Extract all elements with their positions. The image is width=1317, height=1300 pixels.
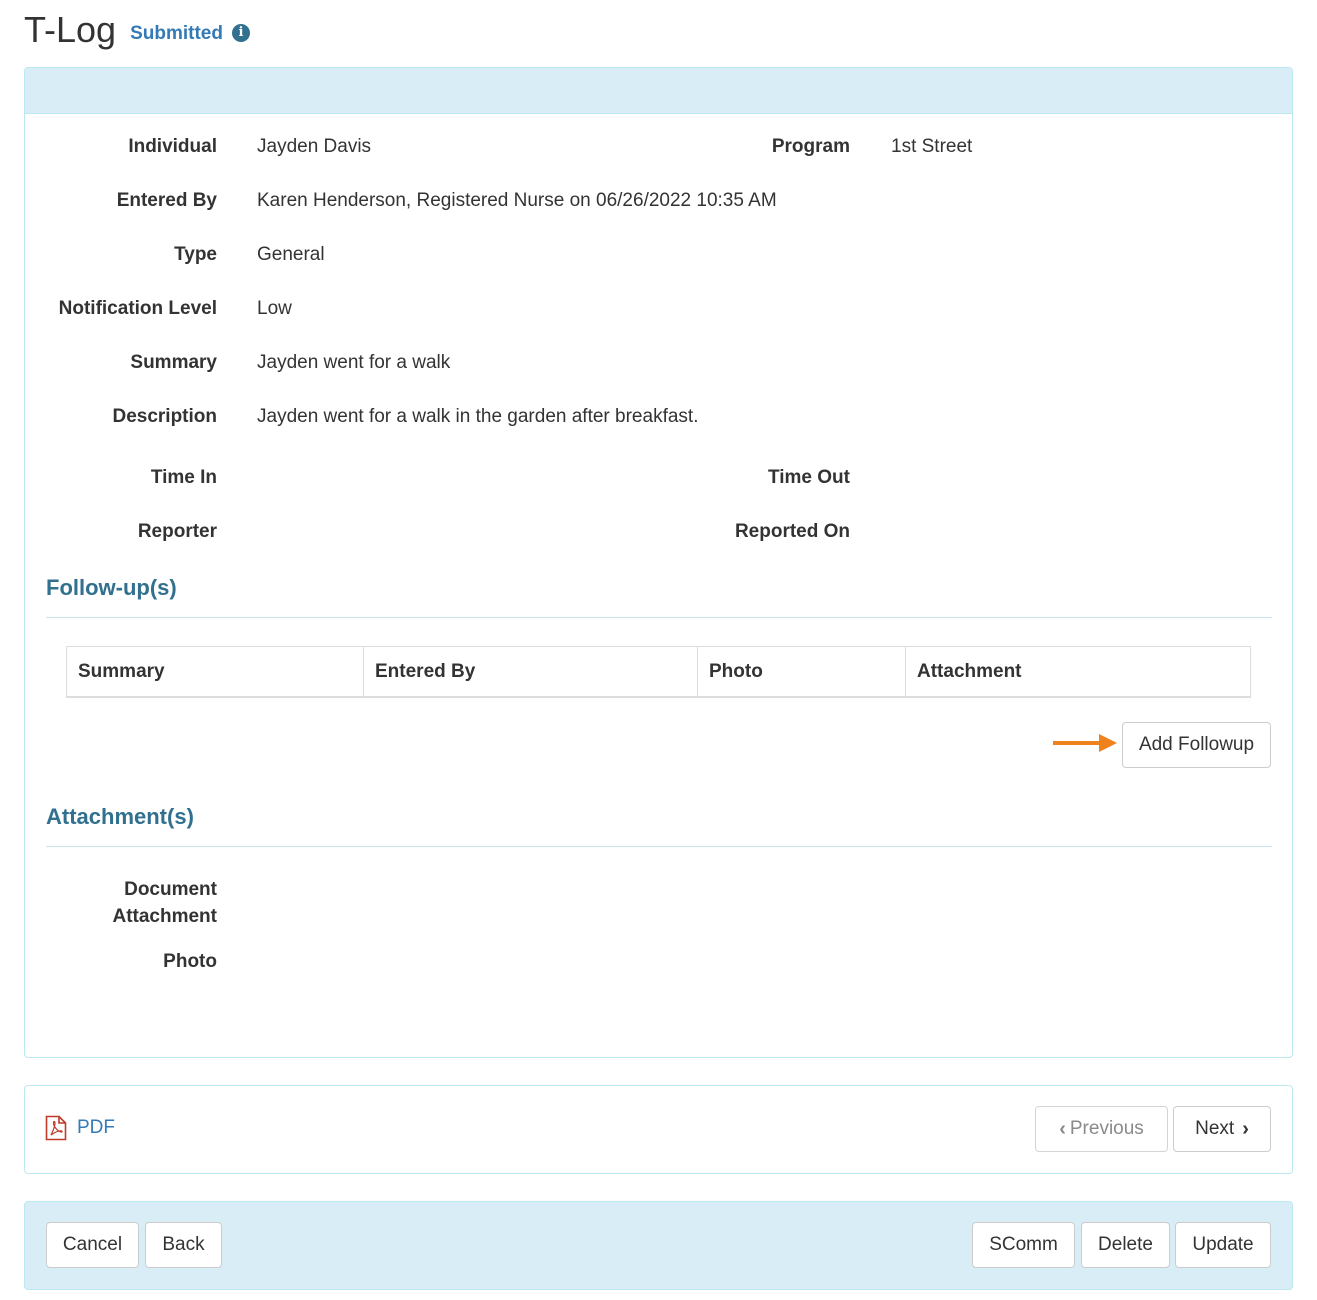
- followups-column-summary[interactable]: Summary: [67, 647, 364, 696]
- notification-level-value: Low: [257, 298, 292, 319]
- arrow-right-icon: [1053, 734, 1117, 752]
- followups-table: Summary Entered By Photo Attachment: [66, 646, 1251, 698]
- time-out-label: Time Out: [768, 467, 850, 488]
- status-badge: Submitted: [130, 23, 223, 44]
- followups-column-attachment[interactable]: Attachment: [906, 647, 1250, 696]
- time-in-label: Time In: [150, 467, 217, 488]
- notification-level-label: Notification Level: [58, 298, 217, 319]
- document-attachment-label: Document Attachment: [25, 876, 217, 930]
- chevron-right-icon: ›: [1242, 1117, 1249, 1140]
- navigation-panel: PDF ‹ Previous Next ›: [24, 1085, 1293, 1174]
- panel-heading: [25, 68, 1292, 114]
- reported-on-label: Reported On: [734, 521, 850, 542]
- followups-divider: [46, 617, 1272, 618]
- photo-label: Photo: [163, 951, 217, 972]
- previous-label: Previous: [1069, 1118, 1144, 1139]
- document-attachment-label-line1: Document: [124, 879, 217, 900]
- followups-column-photo[interactable]: Photo: [698, 647, 906, 696]
- action-footer: Cancel Back SComm Delete Update: [24, 1201, 1293, 1290]
- type-value: General: [257, 244, 325, 265]
- add-followup-button[interactable]: Add Followup: [1122, 722, 1271, 768]
- type-label: Type: [174, 244, 217, 265]
- next-button[interactable]: Next ›: [1173, 1106, 1271, 1152]
- pdf-link[interactable]: PDF: [45, 1115, 115, 1141]
- attachments-section-title: Attachment(s): [46, 804, 194, 829]
- entered-by-value: Karen Henderson, Registered Nurse on 06/…: [257, 190, 777, 211]
- cancel-button[interactable]: Cancel: [46, 1222, 139, 1268]
- next-label: Next: [1195, 1118, 1235, 1139]
- description-label: Description: [112, 406, 217, 427]
- chevron-left-icon: ‹: [1059, 1117, 1066, 1140]
- page-title: T-Log: [24, 9, 117, 50]
- info-circle-icon[interactable]: i: [231, 24, 250, 42]
- individual-label: Individual: [128, 136, 217, 157]
- previous-button[interactable]: ‹ Previous: [1035, 1106, 1168, 1152]
- pdf-label: PDF: [77, 1117, 115, 1138]
- back-button[interactable]: Back: [145, 1222, 222, 1268]
- followups-column-entered-by[interactable]: Entered By: [364, 647, 698, 696]
- scomm-button[interactable]: SComm: [972, 1222, 1075, 1268]
- program-label: Program: [771, 136, 850, 157]
- page-header: T-Log Submitted i: [24, 6, 250, 54]
- description-value: Jayden went for a walk in the garden aft…: [257, 406, 699, 427]
- file-pdf-icon: [45, 1115, 67, 1141]
- summary-value: Jayden went for a walk: [257, 352, 451, 373]
- document-attachment-label-line2: Attachment: [112, 906, 217, 927]
- individual-value: Jayden Davis: [257, 136, 372, 157]
- tlog-details-panel: Individual Jayden Davis Program 1st Stre…: [24, 67, 1293, 1058]
- reporter-label: Reporter: [137, 521, 217, 542]
- update-button[interactable]: Update: [1175, 1222, 1271, 1268]
- program-value: 1st Street: [891, 136, 973, 157]
- delete-button[interactable]: Delete: [1081, 1222, 1170, 1268]
- attachments-divider: [46, 846, 1272, 847]
- followups-section-title: Follow-up(s): [46, 575, 177, 600]
- entered-by-label: Entered By: [116, 190, 217, 211]
- summary-label: Summary: [130, 352, 217, 373]
